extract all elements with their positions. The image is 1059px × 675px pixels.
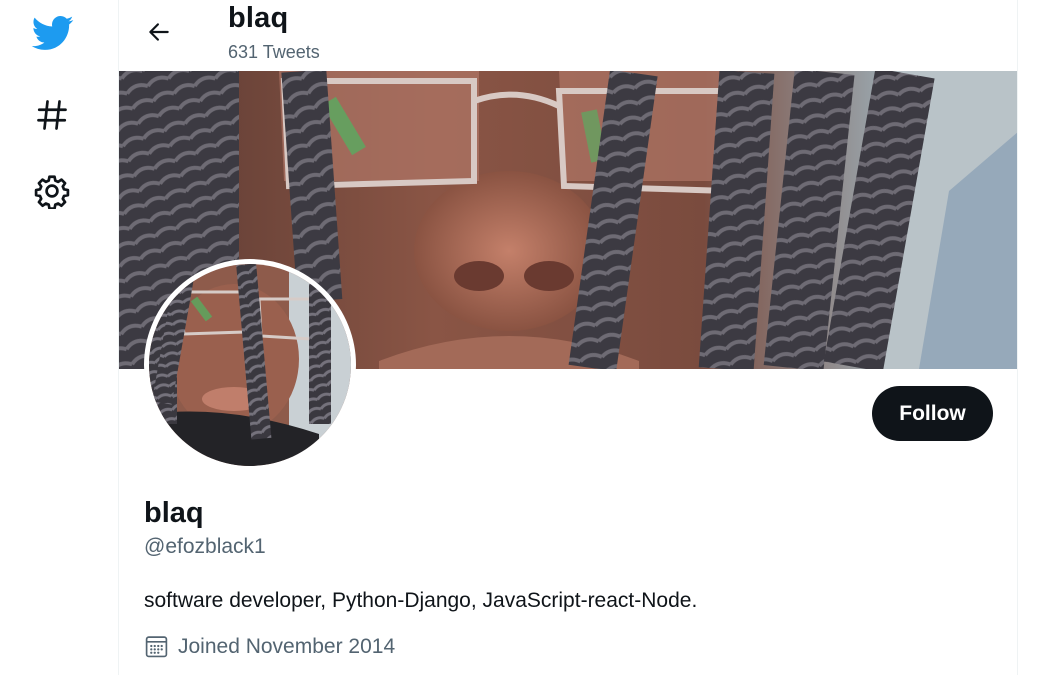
hashtag-icon [37, 100, 67, 130]
joined-label: Joined November 2014 [178, 634, 396, 658]
left-nav [0, 0, 104, 675]
avatar-photo [149, 264, 351, 466]
profile-avatar[interactable] [144, 259, 356, 471]
header-tweet-count: 631 Tweets [228, 42, 320, 62]
profile-column: blaq 631 Tweets Follow blaq @efozblack1 … [118, 0, 1018, 675]
calendar-icon [145, 636, 168, 658]
settings-gear-icon [34, 175, 70, 209]
nav-explore[interactable] [23, 86, 81, 144]
header-display-name: blaq [228, 2, 289, 34]
profile-handle: @efozblack1 [144, 535, 266, 558]
twitter-bird-icon [31, 16, 74, 50]
follow-button[interactable]: Follow [872, 386, 993, 441]
profile-bio: software developer, Python-Django, JavaS… [144, 589, 698, 612]
profile-display-name: blaq [144, 497, 204, 529]
nav-settings[interactable] [23, 162, 81, 220]
back-button[interactable] [139, 12, 179, 52]
nav-home-logo[interactable] [23, 4, 81, 62]
profile-header-bar: blaq 631 Tweets [119, 0, 1017, 71]
profile-joined-date: Joined November 2014 [144, 634, 395, 659]
arrow-left-icon [149, 23, 169, 41]
